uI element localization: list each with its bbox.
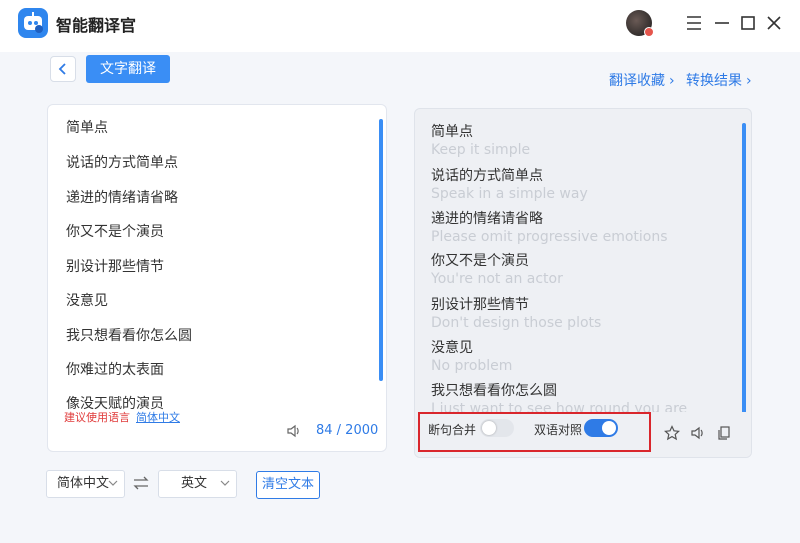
chevron-right-icon: › (746, 73, 752, 89)
result-zh: 递进的情绪请省略 (431, 211, 543, 227)
robot-logo-icon (18, 8, 48, 38)
user-avatar[interactable] (626, 10, 654, 37)
source-line: 说话的方式简单点 (66, 155, 178, 171)
result-pair: 简单点 Keep it simple (431, 121, 530, 158)
source-line: 递进的情绪请省略 (66, 190, 178, 206)
results-link-label: 转换结果 (686, 73, 742, 89)
copy-icon[interactable] (716, 425, 732, 445)
chevron-right-icon: › (669, 73, 675, 89)
app-title: 智能翻译官 (56, 16, 137, 35)
source-line: 简单点 (66, 120, 108, 136)
minimize-icon[interactable] (712, 13, 732, 33)
result-pair: 说话的方式简单点 Speak in a simple way (431, 165, 588, 202)
result-en: Don't design those plots (431, 315, 602, 331)
highlight-annotation (418, 412, 651, 452)
result-pair: 没意见 No problem (431, 337, 512, 374)
source-line: 我只想看看你怎么圆 (66, 328, 192, 344)
source-line: 你难过的太表面 (66, 362, 164, 378)
suggest-label: 建议使用语言 (64, 411, 130, 424)
source-scrollbar[interactable] (379, 119, 383, 381)
favorites-link[interactable]: 翻译收藏 › (609, 70, 675, 90)
result-panel: 简单点 Keep it simple 说话的方式简单点 Speak in a s… (414, 108, 752, 458)
source-language-value: 简体中文 (57, 476, 110, 491)
target-language-value: 英文 (181, 476, 208, 491)
shirt-skin-icon[interactable] (684, 13, 704, 33)
chevron-down-icon (108, 480, 118, 486)
back-button[interactable] (50, 56, 76, 82)
star-icon[interactable] (664, 425, 680, 445)
result-pair: 你又不是个演员 You're not an actor (431, 250, 563, 287)
language-suggestion: 建议使用语言 简体中文 (64, 409, 180, 425)
maximize-icon[interactable] (738, 13, 758, 33)
notification-dot (644, 27, 654, 37)
results-link[interactable]: 转换结果 › (686, 70, 752, 90)
favorites-link-label: 翻译收藏 (609, 73, 665, 89)
result-en: You're not an actor (431, 271, 563, 287)
result-zh: 简单点 (431, 124, 473, 140)
result-zh: 你又不是个演员 (431, 253, 529, 269)
tab-text-translate[interactable]: 文字翻译 (86, 55, 170, 83)
result-zh: 别设计那些情节 (431, 297, 529, 313)
chevron-down-icon (220, 480, 230, 486)
close-icon[interactable] (764, 13, 784, 33)
result-en: No problem (431, 358, 513, 374)
speaker-icon[interactable] (690, 425, 706, 445)
result-zh: 我只想看看你怎么圆 (431, 383, 557, 399)
result-en: Speak in a simple way (431, 186, 588, 202)
result-pair: 递进的情绪请省略 Please omit progressive emotion… (431, 208, 668, 245)
suggest-language-link[interactable]: 简体中文 (136, 411, 180, 424)
source-line: 别设计那些情节 (66, 259, 164, 275)
source-line: 你又不是个演员 (66, 224, 164, 240)
char-count: 84 / 2000 (316, 423, 379, 438)
target-language-select[interactable]: 英文 (158, 470, 237, 498)
result-zh: 说话的方式简单点 (431, 168, 543, 184)
clear-text-button[interactable]: 清空文本 (256, 471, 320, 499)
chevron-left-icon (58, 63, 66, 75)
result-zh: 没意见 (431, 340, 473, 356)
result-en: Keep it simple (431, 142, 531, 158)
source-line: 没意见 (66, 293, 108, 309)
swap-languages-icon[interactable] (132, 475, 150, 495)
source-text-area[interactable]: 简单点 说话的方式简单点 递进的情绪请省略 你又不是个演员 别设计那些情节 没意… (47, 104, 387, 452)
title-bar: 智能翻译官 (0, 0, 800, 52)
result-pair: 别设计那些情节 Don't design those plots (431, 294, 601, 331)
speaker-icon[interactable] (286, 423, 302, 443)
source-language-select[interactable]: 简体中文 (46, 470, 125, 498)
result-scrollbar[interactable] (742, 123, 746, 417)
result-en: Please omit progressive emotions (431, 229, 668, 245)
